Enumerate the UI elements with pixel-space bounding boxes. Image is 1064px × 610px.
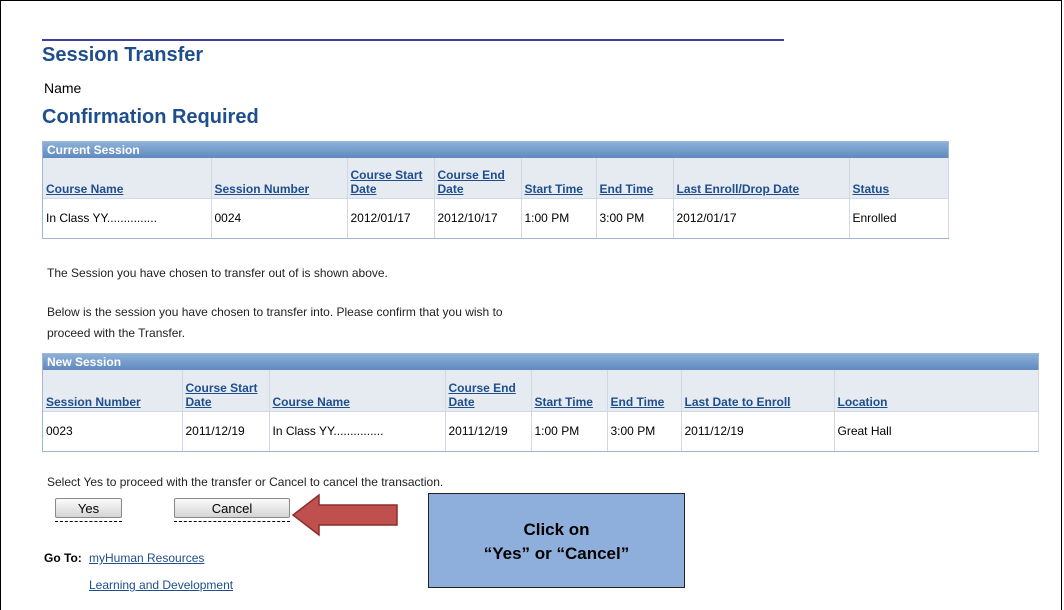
table-row: In Class YY............... 0024 2012/01/… [43, 198, 949, 238]
cell-status: Enrolled [849, 198, 949, 238]
column-header-start-time[interactable]: Start Time [521, 158, 597, 199]
cell-course-name: In Class YY............... [43, 198, 212, 238]
table-row: 0023 2011/12/19 In Class YY.............… [43, 411, 1039, 451]
link-learning-and-development[interactable]: Learning and Development [89, 578, 233, 592]
cell-end-time: 3:00 PM [596, 198, 674, 238]
instruction-text: Select Yes to proceed with the transfer … [47, 475, 444, 489]
confirmation-title: Confirmation Required [42, 106, 259, 128]
link-myhuman-resources[interactable]: myHuman Resources [89, 551, 204, 565]
column-header-location[interactable]: Location [834, 370, 1039, 412]
column-header-last-date-to-enroll[interactable]: Last Date to Enroll [681, 370, 835, 412]
new-session-header: New Session [43, 354, 1038, 370]
cancel-button-underline [174, 521, 290, 522]
column-header-end-time[interactable]: End Time [607, 370, 682, 412]
cell-start-time: 1:00 PM [531, 411, 608, 451]
arrow-left-icon [291, 493, 398, 537]
current-session-header-row: Course Name Session Number Course Start … [43, 158, 949, 199]
cell-start-time: 1:00 PM [521, 198, 597, 238]
column-header-session-number[interactable]: Session Number [43, 370, 183, 412]
column-header-course-end-date[interactable]: Course End Date [445, 370, 532, 412]
column-header-course-start-date[interactable]: Course Start Date [347, 158, 435, 199]
callout-line1: Click on [523, 520, 590, 539]
name-label: Name [44, 80, 82, 96]
cancel-button[interactable]: Cancel [174, 498, 290, 518]
cell-course-start-date: 2011/12/19 [182, 411, 270, 451]
cell-end-time: 3:00 PM [607, 411, 682, 451]
cell-location: Great Hall [834, 411, 1039, 451]
column-header-session-number[interactable]: Session Number [211, 158, 348, 199]
current-session-grid: Current Session Course Name Session Numb… [42, 141, 949, 239]
current-session-table: Course Name Session Number Course Start … [43, 158, 949, 238]
info-text-line1: The Session you have chosen to transfer … [47, 266, 388, 280]
column-header-start-time[interactable]: Start Time [531, 370, 608, 412]
title-rule [42, 39, 784, 41]
cell-last-enroll-drop-date: 2012/01/17 [673, 198, 850, 238]
goto-label: Go To: [44, 551, 82, 565]
yes-button[interactable]: Yes [55, 498, 122, 518]
column-header-status[interactable]: Status [849, 158, 949, 199]
current-session-header: Current Session [43, 142, 948, 158]
cell-last-date-to-enroll: 2011/12/19 [681, 411, 835, 451]
cell-course-end-date: 2011/12/19 [445, 411, 532, 451]
column-header-course-start-date[interactable]: Course Start Date [182, 370, 270, 412]
column-header-end-time[interactable]: End Time [596, 158, 674, 199]
column-header-course-end-date[interactable]: Course End Date [434, 158, 522, 199]
column-header-last-enroll-drop-date[interactable]: Last Enroll/Drop Date [673, 158, 850, 199]
column-header-course-name[interactable]: Course Name [43, 158, 212, 199]
yes-button-underline [55, 521, 122, 522]
cell-session-number: 0024 [211, 198, 348, 238]
callout-box: Click on “Yes” or “Cancel” [428, 493, 685, 588]
callout-line2: “Yes” or “Cancel” [483, 544, 630, 563]
info-text-line3: proceed with the Transfer. [47, 326, 186, 340]
cell-course-end-date: 2012/10/17 [434, 198, 522, 238]
new-session-header-row: Session Number Course Start Date Course … [43, 370, 1039, 412]
cell-course-start-date: 2012/01/17 [347, 198, 435, 238]
new-session-table: Session Number Course Start Date Course … [43, 370, 1039, 451]
cell-session-number: 0023 [43, 411, 183, 451]
page-title: Session Transfer [42, 44, 204, 66]
column-header-course-name[interactable]: Course Name [269, 370, 446, 412]
new-session-grid: New Session Session Number Course Start … [42, 353, 1039, 452]
cell-course-name: In Class YY............... [269, 411, 446, 451]
info-text-line2: Below is the session you have chosen to … [47, 305, 503, 319]
